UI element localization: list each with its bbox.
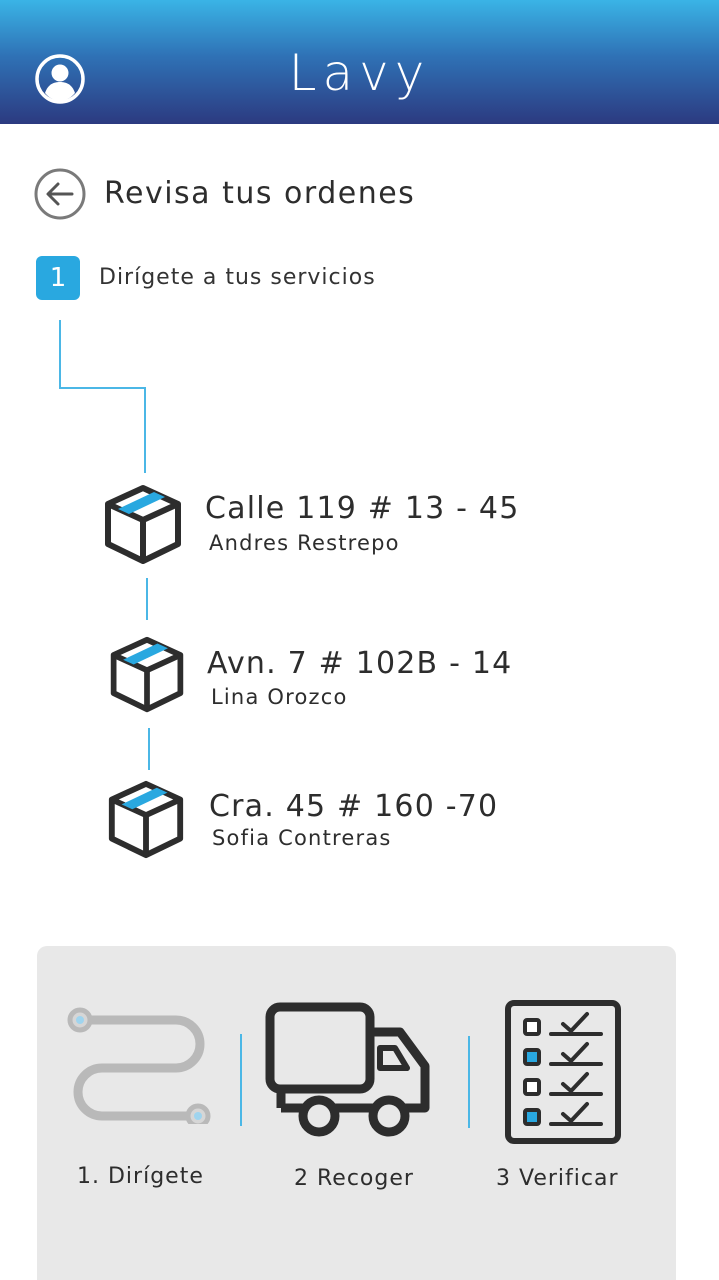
order-item[interactable]: Avn. 7 # 102B - 14 Lina Orozco — [106, 634, 666, 724]
package-box-icon — [110, 636, 184, 713]
connector-line — [146, 578, 148, 620]
order-customer-name: Sofia Contreras — [212, 826, 392, 850]
nav-step-dirigete[interactable]: 1. Dirígete — [37, 946, 237, 1206]
nav-step-label: 1. Dirígete — [77, 1164, 204, 1189]
nav-step-verificar[interactable]: 3 Verificar — [477, 946, 676, 1206]
step-label: Dirígete a tus servicios — [99, 265, 376, 290]
app-header: Lavy — [0, 0, 719, 124]
order-customer-name: Lina Orozco — [211, 685, 348, 709]
checklist-icon — [505, 1000, 621, 1144]
nav-step-label: 2 Recoger — [294, 1166, 414, 1191]
divider — [468, 1036, 470, 1128]
nav-step-label: 3 Verificar — [496, 1166, 619, 1191]
order-address: Cra. 45 # 160 -70 — [209, 789, 499, 824]
step-number-badge: 1 — [36, 256, 80, 300]
process-steps-panel: 1. Dirígete 2 Recoger 3 Verificar — [37, 946, 676, 1280]
connector-line — [144, 387, 146, 473]
nav-step-recoger[interactable]: 2 Recoger — [247, 946, 467, 1206]
divider — [240, 1034, 242, 1126]
order-customer-name: Andres Restrepo — [209, 531, 400, 555]
connector-line — [59, 320, 61, 388]
route-path-icon — [67, 1007, 211, 1124]
connector-line — [148, 728, 150, 770]
app-screen: Lavy Revisa tus ordenes 1 Dirígete a tus… — [0, 0, 719, 1280]
order-item[interactable]: Cra. 45 # 160 -70 Sofia Contreras — [104, 778, 664, 868]
package-box-icon — [105, 485, 181, 564]
truck-icon — [265, 1002, 430, 1137]
package-box-icon — [108, 780, 184, 859]
page-title: Revisa tus ordenes — [104, 176, 416, 211]
order-item[interactable]: Calle 119 # 13 - 45 Andres Restrepo — [100, 482, 660, 572]
app-brand-logo: Lavy — [288, 44, 431, 102]
arrow-left-circle-icon[interactable] — [34, 168, 86, 220]
order-address: Calle 119 # 13 - 45 — [205, 491, 520, 526]
order-address: Avn. 7 # 102B - 14 — [207, 646, 513, 681]
connector-line — [59, 387, 145, 389]
